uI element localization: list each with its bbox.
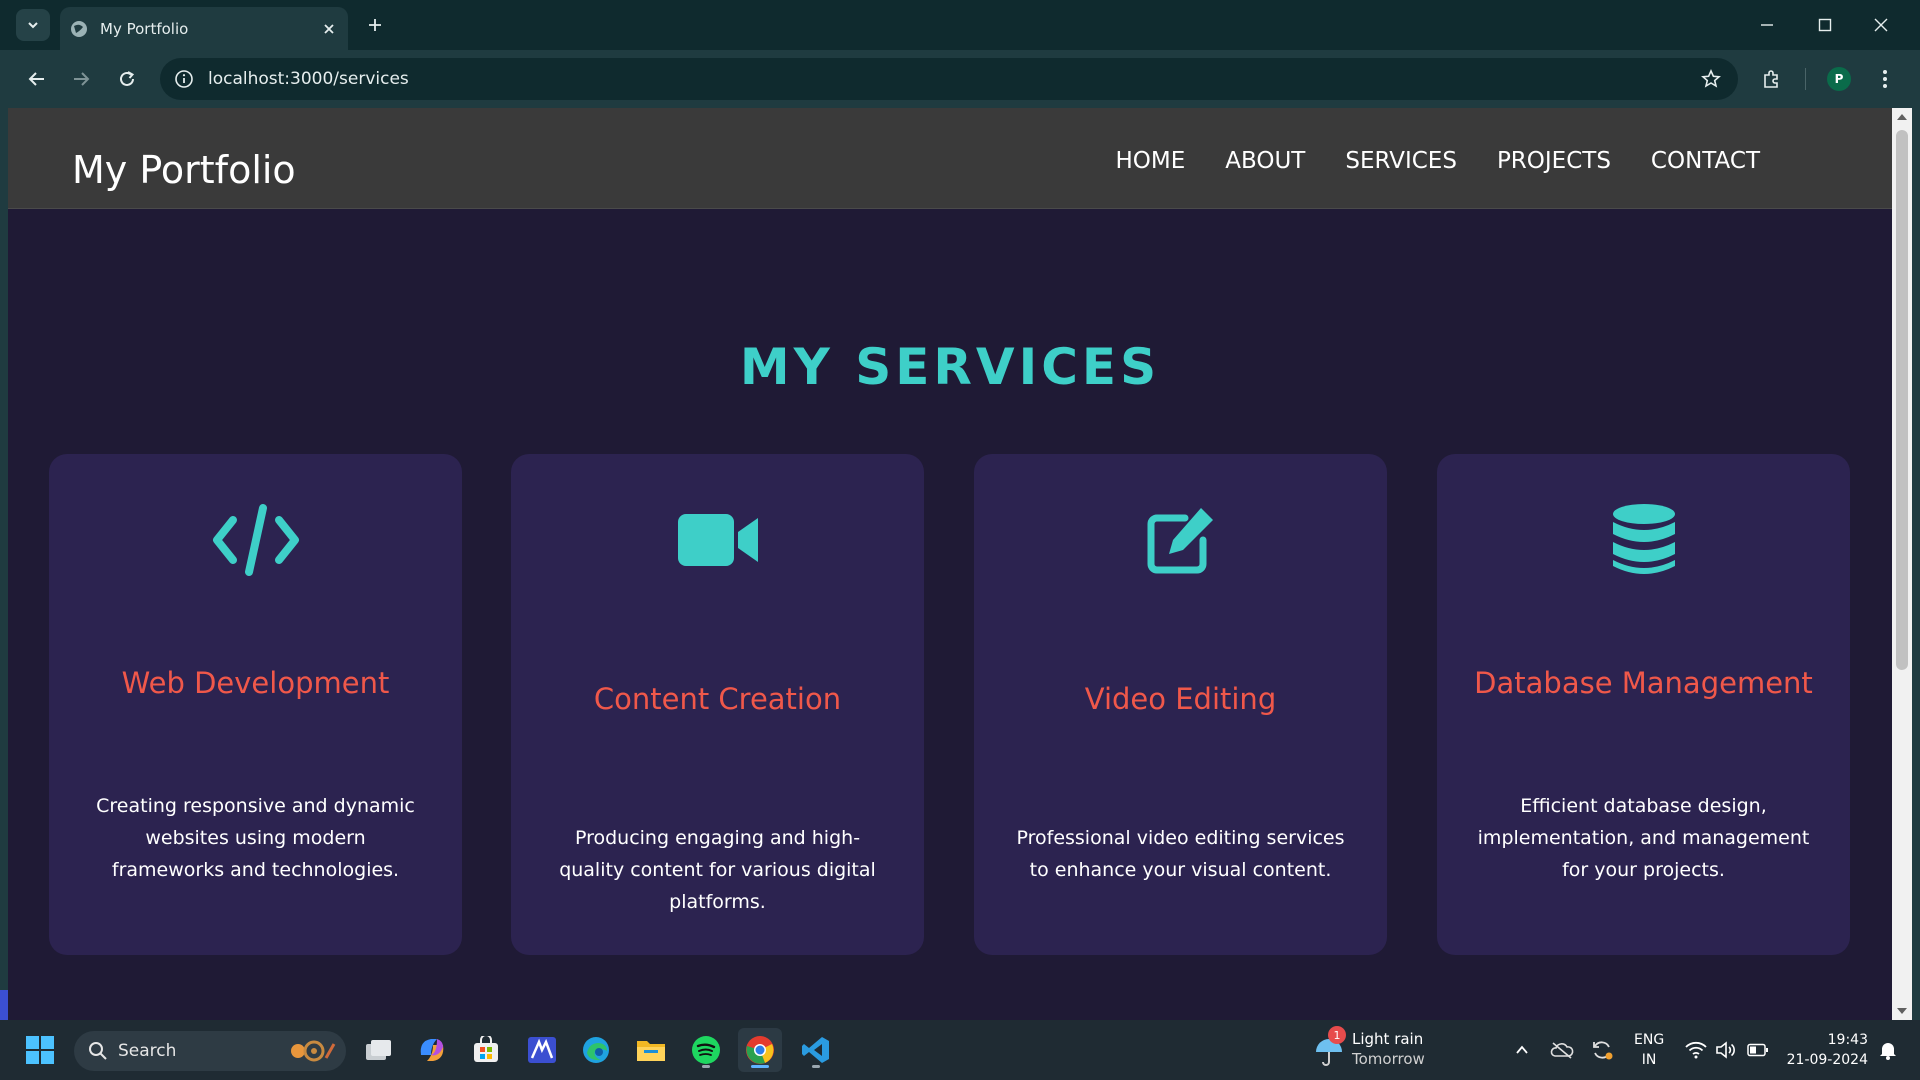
profile-avatar[interactable]: P	[1822, 62, 1856, 96]
running-indicator	[702, 1065, 710, 1068]
language-indicator[interactable]: ENG IN	[1634, 1030, 1664, 1070]
service-card-web-development: Web Development Creating responsive and …	[49, 454, 462, 955]
database-icon	[1437, 502, 1850, 578]
service-title: Web Development	[121, 666, 390, 700]
scroll-up-arrow-icon[interactable]	[1897, 114, 1907, 120]
service-title: Database Management	[1474, 666, 1813, 700]
site-header: My Portfolio HOME ABOUT SERVICES PROJECT…	[8, 108, 1892, 209]
toolbar-divider	[1805, 68, 1806, 90]
search-highlight-icon	[282, 1038, 338, 1064]
code-icon	[49, 502, 462, 578]
browser-tabstrip: My Portfolio	[0, 0, 1920, 50]
page-scrollbar[interactable]	[1892, 108, 1912, 1020]
service-description: Efficient database design, implementatio…	[1477, 795, 1810, 881]
window-right-edge	[1912, 50, 1920, 1020]
clock-time: 19:43	[1827, 1032, 1868, 1048]
browser-tab[interactable]: My Portfolio	[60, 7, 348, 50]
site-nav: HOME ABOUT SERVICES PROJECTS CONTACT	[1115, 148, 1760, 174]
chevron-up-icon[interactable]	[1508, 1036, 1536, 1064]
powerautomate-icon[interactable]	[520, 1028, 564, 1072]
vscode-icon[interactable]	[794, 1028, 838, 1072]
edit-icon	[974, 502, 1387, 578]
weather-notification-badge: 1	[1328, 1026, 1346, 1044]
nav-link-home[interactable]: HOME	[1115, 148, 1185, 174]
more-menu-icon[interactable]	[1868, 62, 1902, 96]
nav-link-contact[interactable]: CONTACT	[1651, 148, 1760, 174]
spotify-icon[interactable]	[684, 1028, 728, 1072]
tab-title: My Portfolio	[100, 19, 189, 38]
site-logo[interactable]: My Portfolio	[72, 148, 296, 192]
bookmark-star-icon[interactable]	[1694, 62, 1728, 96]
search-icon	[89, 1042, 107, 1060]
minimize-icon[interactable]	[1744, 8, 1790, 42]
system-clock[interactable]: 19:43 21-09-2024	[1782, 1030, 1868, 1070]
service-description: Producing engaging and high-quality cont…	[559, 827, 876, 913]
scroll-down-arrow-icon[interactable]	[1897, 1008, 1907, 1014]
battery-icon[interactable]	[1744, 1036, 1772, 1064]
close-window-icon[interactable]	[1858, 8, 1904, 42]
notification-bell-icon[interactable]	[1874, 1036, 1902, 1064]
browser-toolbar: localhost:3000/services P	[0, 50, 1920, 108]
nav-link-services[interactable]: SERVICES	[1345, 148, 1457, 174]
forward-arrow-icon[interactable]	[64, 62, 98, 96]
page-viewport: My Portfolio HOME ABOUT SERVICES PROJECT…	[8, 108, 1892, 1020]
service-title: Content Creation	[593, 682, 842, 716]
windows-taskbar: Search Light rain Tomorrow 1 ENG IN 19:4…	[0, 1020, 1920, 1080]
extensions-puzzle-icon[interactable]	[1754, 62, 1788, 96]
taskbar-search[interactable]: Search	[74, 1031, 346, 1071]
globe-icon	[70, 20, 88, 38]
running-indicator	[812, 1065, 820, 1068]
service-description: Creating responsive and dynamic websites…	[96, 795, 415, 881]
service-card-video-editing: Video Editing Professional video editing…	[974, 454, 1387, 955]
tab-close-icon[interactable]	[316, 16, 342, 42]
language-code: ENG	[1634, 1032, 1665, 1048]
sync-icon[interactable]	[1588, 1036, 1616, 1064]
scrollbar-thumb[interactable]	[1896, 130, 1908, 670]
new-tab-plus-icon[interactable]	[362, 12, 388, 38]
window-left-edge	[0, 108, 8, 1020]
region-code: IN	[1641, 1052, 1657, 1068]
volume-icon[interactable]	[1712, 1036, 1740, 1064]
service-description: Professional video editing services to e…	[1016, 827, 1345, 881]
active-indicator	[751, 1065, 769, 1068]
url-text: localhost:3000/services	[208, 69, 409, 89]
copilot-icon[interactable]	[410, 1028, 454, 1072]
search-label: Search	[118, 1041, 177, 1061]
chevron-down-icon	[28, 22, 38, 29]
tab-search-button[interactable]	[16, 9, 50, 41]
address-bar[interactable]: localhost:3000/services	[160, 58, 1738, 100]
page-title: MY SERVICES	[739, 338, 1161, 396]
clock-date: 21-09-2024	[1786, 1052, 1868, 1068]
edge-browser-icon[interactable]	[574, 1028, 618, 1072]
site-info-icon[interactable]	[170, 65, 198, 93]
chrome-icon[interactable]	[738, 1028, 782, 1072]
service-card-content-creation: Content Creation Producing engaging and …	[511, 454, 924, 955]
service-card-database-management: Database Management Efficient database d…	[1437, 454, 1850, 955]
weather-subtitle: Tomorrow	[1352, 1050, 1425, 1068]
start-windows-icon[interactable]	[18, 1028, 62, 1072]
video-camera-icon	[511, 502, 924, 578]
desktop-edge-stripe	[0, 990, 8, 1020]
microsoft-store-icon[interactable]	[464, 1028, 508, 1072]
maximize-icon[interactable]	[1802, 8, 1848, 42]
profile-initial: P	[1827, 67, 1851, 91]
wifi-icon[interactable]	[1682, 1036, 1710, 1064]
nav-link-projects[interactable]: PROJECTS	[1497, 148, 1611, 174]
cloud-offline-icon[interactable]	[1548, 1036, 1576, 1064]
back-arrow-icon[interactable]	[20, 62, 54, 96]
nav-link-about[interactable]: ABOUT	[1225, 148, 1305, 174]
reload-icon[interactable]	[110, 62, 144, 96]
weather-title: Light rain	[1352, 1030, 1424, 1048]
task-view-icon[interactable]	[356, 1028, 400, 1072]
service-title: Video Editing	[1084, 682, 1277, 716]
file-explorer-icon[interactable]	[629, 1028, 673, 1072]
